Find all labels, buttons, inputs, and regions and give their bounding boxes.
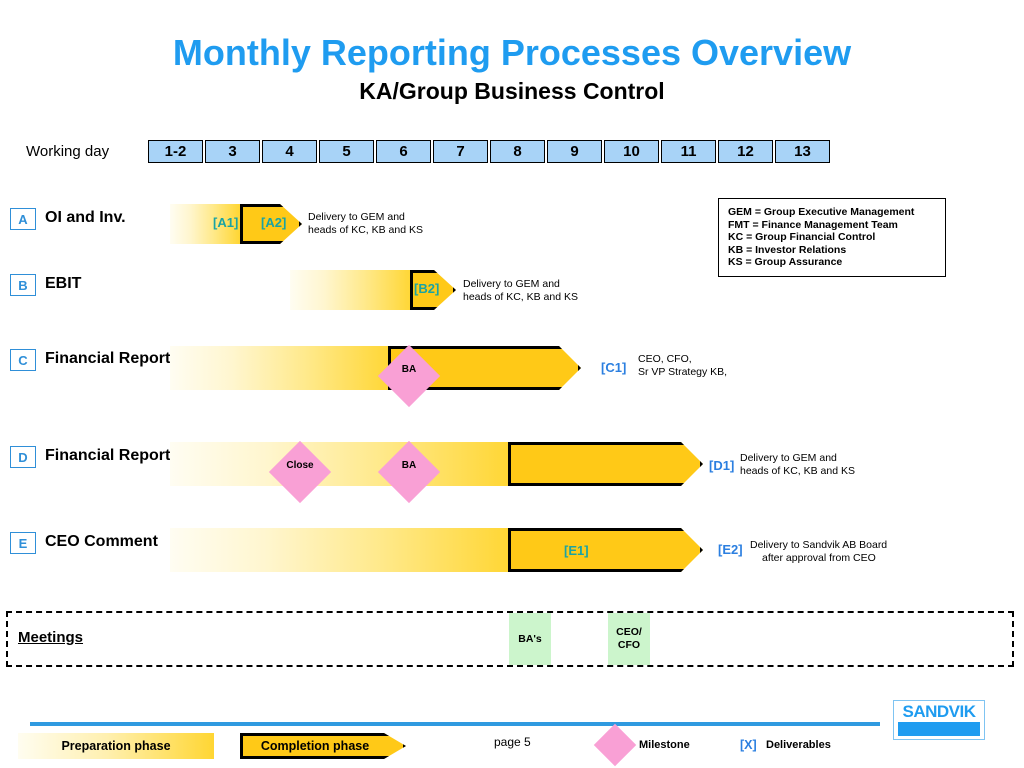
preparation-bar-e xyxy=(170,528,512,572)
sandvik-logo-bar xyxy=(898,722,980,736)
deliverable-tag-e1: [E1] xyxy=(564,543,589,558)
row-label-a: OI and Inv. xyxy=(45,209,126,226)
working-day-scale: 1-2 3 4 5 6 7 8 9 10 11 12 13 xyxy=(148,140,832,163)
row-label-b: EBIT xyxy=(45,275,82,292)
sandvik-logo-text: SANDVIK xyxy=(902,701,976,721)
note-line: heads of KC, KB and KS xyxy=(740,464,855,477)
legend-completion-phase: Completion phase xyxy=(240,733,406,759)
note-line: after approval from CEO xyxy=(762,551,876,564)
process-row-a: A OI and Inv. [A1] [A2] Delivery to GEM … xyxy=(0,200,1024,260)
row-label-d: Financial Report xyxy=(45,447,171,464)
preparation-bar-b xyxy=(290,270,412,310)
note-line: heads of KC, KB and KS xyxy=(463,290,578,303)
preparation-bar-c xyxy=(170,346,392,390)
row-note-c: CEO, CFO, Sr VP Strategy KB, xyxy=(638,353,727,378)
meeting-label-line1: CEO/ xyxy=(616,626,642,638)
row-badge-b: B xyxy=(10,274,36,296)
day-cell[interactable]: 13 xyxy=(775,140,830,163)
meeting-label-line2: CFO xyxy=(617,639,641,651)
row-badge-c: C xyxy=(10,349,36,371)
preparation-bar-d xyxy=(170,442,512,486)
note-line: Delivery to GEM and xyxy=(740,452,837,464)
legend-preparation-phase: Preparation phase xyxy=(18,733,214,759)
process-row-d: D Financial Report Close BA [D1] Deliver… xyxy=(0,438,1024,504)
deliverable-tag-a2: [A2] xyxy=(261,215,287,230)
note-line: Delivery to Sandvik AB Board xyxy=(750,539,888,551)
note-line: Delivery to GEM and xyxy=(308,211,405,223)
working-day-label: Working day xyxy=(26,143,110,160)
process-row-c: C Financial Report Slim BA [C1] CEO, CFO… xyxy=(0,342,1024,408)
day-cell[interactable]: 10 xyxy=(604,140,659,163)
legend-preparation-label: Preparation phase xyxy=(61,739,171,753)
day-cell[interactable]: 11 xyxy=(661,140,716,163)
note-line: heads of KC, KB and KS xyxy=(308,223,423,236)
page-title: Monthly Reporting Processes Overview xyxy=(172,32,852,73)
completion-arrow-d[interactable] xyxy=(508,442,703,486)
day-cell[interactable]: 9 xyxy=(547,140,602,163)
meeting-box-ceo-cfo[interactable]: CEO/ CFO xyxy=(608,613,650,665)
day-cell[interactable]: 6 xyxy=(376,140,431,163)
meeting-box-bas[interactable]: BA's xyxy=(509,613,551,665)
row-note-a: Delivery to GEM and heads of KC, KB and … xyxy=(308,211,423,236)
deliverable-tag-d1: [D1] xyxy=(709,458,735,473)
legend-milestone-label: Milestone xyxy=(639,739,690,751)
day-cell[interactable]: 5 xyxy=(319,140,374,163)
row-note-d: Delivery to GEM and heads of KC, KB and … xyxy=(740,452,855,477)
sandvik-logo: SANDVIK xyxy=(893,700,985,740)
deliverable-tag-b2: [B2] xyxy=(414,281,440,296)
row-note-e: Delivery to Sandvik AB Board after appro… xyxy=(750,539,887,564)
milestone-label-ba: BA xyxy=(401,460,417,471)
note-line: Delivery to GEM and xyxy=(463,278,560,290)
note-line: CEO, CFO, xyxy=(638,353,692,365)
day-cell[interactable]: 3 xyxy=(205,140,260,163)
row-note-b: Delivery to GEM and heads of KC, KB and … xyxy=(463,278,578,303)
row-badge-e: E xyxy=(10,532,36,554)
footer-divider xyxy=(30,722,880,726)
milestone-label-ba: BA xyxy=(401,364,417,375)
milestone-label-close: Close xyxy=(286,460,314,471)
page-number: page 5 xyxy=(494,735,531,749)
deliverable-tag-c1: [C1] xyxy=(601,360,627,375)
process-row-b: B EBIT [B2] Delivery to GEM and heads of… xyxy=(0,268,1024,328)
deliverable-tag-a1: [A1] xyxy=(213,215,239,230)
day-cell[interactable]: 4 xyxy=(262,140,317,163)
day-cell[interactable]: 12 xyxy=(718,140,773,163)
note-line: Sr VP Strategy KB, xyxy=(638,365,728,378)
legend-milestone-diamond-icon xyxy=(593,723,637,767)
page-subtitle: KA/Group Business Control xyxy=(359,78,665,104)
day-cell[interactable]: 1-2 xyxy=(148,140,203,163)
meeting-label: BA's xyxy=(518,632,542,645)
row-label-e: CEO Comment xyxy=(45,533,158,550)
legend-deliverables-tag: [X] xyxy=(740,738,757,752)
row-badge-a: A xyxy=(10,208,36,230)
legend-completion-label: Completion phase xyxy=(260,739,370,753)
process-row-e: E CEO Comment [E1] [E2] Delivery to Sand… xyxy=(0,524,1024,590)
deliverable-tag-e2: [E2] xyxy=(718,542,743,557)
meetings-title: Meetings xyxy=(18,629,84,646)
day-cell[interactable]: 7 xyxy=(433,140,488,163)
day-cell[interactable]: 8 xyxy=(490,140,545,163)
row-badge-d: D xyxy=(10,446,36,468)
completion-arrow-e[interactable] xyxy=(508,528,703,572)
legend-deliverables-label: Deliverables xyxy=(766,739,831,751)
slide-canvas: Monthly Reporting Processes Overview KA/… xyxy=(0,0,1024,768)
